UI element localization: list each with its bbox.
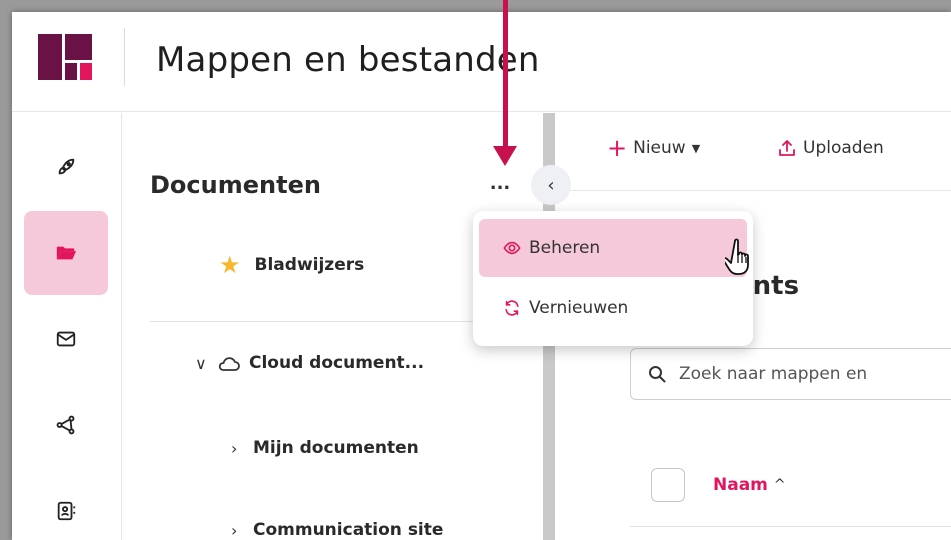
menu-item-beheren[interactable]: Beheren — [479, 219, 747, 277]
rail-item-mail[interactable] — [24, 297, 108, 381]
bookmarks-item[interactable]: ★ Bladwijzers — [219, 253, 364, 277]
more-options-button[interactable]: ... — [486, 175, 514, 199]
chevron-right-icon: › — [231, 520, 238, 540]
new-label: Nieuw — [633, 138, 686, 158]
rocket-icon — [58, 158, 75, 175]
chevron-down-icon: ∨ — [195, 353, 207, 373]
menu-item-label: Beheren — [529, 238, 601, 258]
annotation-arrow-shaft — [503, 0, 508, 150]
contact-card-icon — [57, 501, 76, 521]
app-header: Mappen en bestanden — [12, 12, 951, 112]
rail-item-files[interactable] — [24, 211, 108, 295]
toolbar: + Nieuw ▼ Uploaden — [555, 113, 951, 191]
tree-item-cloud-documents[interactable]: ∨ Cloud document... — [195, 353, 424, 373]
chevron-left-icon: ‹ — [547, 174, 555, 196]
new-button[interactable]: + Nieuw ▼ — [607, 134, 701, 162]
upload-icon — [779, 140, 795, 156]
plus-icon: + — [607, 134, 628, 162]
upload-label: Uploaden — [803, 138, 884, 158]
app-logo[interactable] — [38, 34, 92, 80]
eye-icon — [503, 239, 521, 257]
search-placeholder: Zoek naar mappen en — [679, 364, 868, 384]
header-divider — [124, 28, 125, 86]
tree-item-label: Mijn documenten — [253, 438, 419, 458]
share-icon — [56, 415, 75, 435]
cloud-icon — [218, 357, 240, 371]
tree-item-label: Communication site — [253, 520, 444, 540]
annotation-arrow-head — [493, 146, 517, 166]
caret-down-icon: ▼ — [691, 141, 701, 155]
rail-item-contacts[interactable] — [24, 469, 108, 540]
left-rail — [12, 113, 122, 540]
tree-item-my-documents[interactable]: › Mijn documenten — [231, 438, 419, 458]
hand-cursor-icon — [725, 238, 749, 275]
rail-item-start[interactable] — [24, 125, 108, 209]
more-options-menu: Beheren Vernieuwen — [473, 211, 753, 346]
menu-item-label: Vernieuwen — [529, 298, 629, 318]
column-header-name[interactable]: Naam ^ — [713, 475, 786, 495]
collapse-panel-button[interactable]: ‹ — [531, 165, 571, 205]
chevron-right-icon: › — [231, 438, 238, 458]
menu-item-vernieuwen[interactable]: Vernieuwen — [479, 279, 747, 337]
search-icon — [649, 366, 666, 383]
panel-title: Documenten — [150, 171, 321, 199]
sort-ascending-icon: ^ — [773, 477, 786, 493]
upload-button[interactable]: Uploaden — [777, 138, 884, 158]
refresh-icon — [503, 299, 521, 317]
tree-item-communication-site[interactable]: › Communication site — [231, 520, 443, 540]
tree-item-label: Cloud document... — [249, 353, 425, 373]
column-name-label: Naam — [713, 475, 768, 495]
table-divider — [630, 526, 951, 527]
select-all-checkbox[interactable] — [651, 468, 685, 502]
mail-icon — [56, 331, 76, 347]
search-field[interactable]: Zoek naar mappen en — [630, 348, 951, 400]
page-title: Mappen en bestanden — [156, 40, 540, 80]
star-icon: ★ — [219, 251, 241, 279]
bookmarks-label: Bladwijzers — [254, 255, 365, 275]
folder-open-icon — [56, 246, 77, 260]
rail-item-share[interactable] — [24, 383, 108, 467]
